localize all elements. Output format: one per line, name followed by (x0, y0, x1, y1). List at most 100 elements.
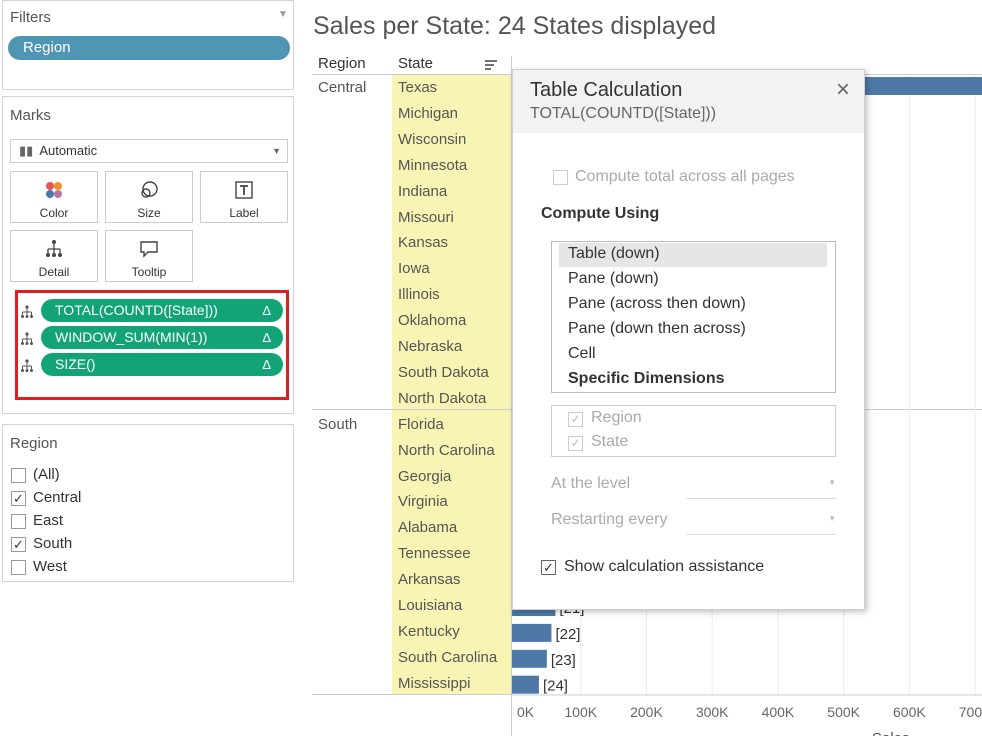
state-row-header[interactable]: Mississippi (398, 675, 471, 692)
x-axis-tick-label: 700K (959, 704, 982, 720)
detail-icon (11, 239, 97, 259)
close-icon[interactable]: × (836, 76, 850, 104)
restarting-every-dropdown[interactable]: ▼ (686, 508, 836, 535)
region-option-checkbox[interactable] (11, 514, 26, 529)
state-row-header[interactable]: Virginia (398, 493, 448, 510)
state-row-header[interactable]: Oklahoma (398, 312, 466, 329)
state-row-header[interactable]: Alabama (398, 519, 457, 536)
state-row-header[interactable]: Missouri (398, 209, 454, 226)
color-button[interactable]: Color (10, 171, 98, 223)
show-assistance-checkbox[interactable]: ✓ (541, 560, 556, 575)
x-axis-tick-label: 500K (827, 704, 860, 720)
option-pane-down[interactable]: Pane (down) (568, 270, 659, 288)
compute-total-checkbox[interactable] (553, 170, 568, 185)
bar-data-label: [22] (555, 626, 580, 643)
label-label: Label (229, 206, 259, 220)
size-label: Size (137, 206, 161, 220)
field-pill-window-sum[interactable]: WINDOW_SUM(MIN(1)) Δ (41, 326, 283, 349)
column-header-state[interactable]: State (398, 55, 433, 72)
x-axis-tick-label: 200K (630, 704, 663, 720)
bar-data-label: [24] (543, 678, 568, 695)
state-row-header[interactable]: North Dakota (398, 390, 486, 407)
label-button[interactable]: Label (200, 171, 288, 223)
region-option-checkbox[interactable] (11, 560, 26, 575)
size-button[interactable]: Size (105, 171, 193, 223)
sort-icon[interactable] (485, 58, 497, 70)
region-option-checkbox[interactable]: ✓ (11, 491, 26, 506)
dimension-state-checkbox[interactable]: ✓ (568, 436, 583, 451)
region-row-header[interactable]: South (318, 416, 357, 433)
state-row-header[interactable]: South Carolina (398, 649, 497, 666)
dialog-subtitle: TOTAL(COUNTD([State])) (530, 105, 717, 122)
region-option-label[interactable]: West (33, 558, 67, 575)
region-option-label[interactable]: Central (33, 489, 81, 506)
field-pill-label: WINDOW_SUM(MIN(1)) (55, 329, 208, 345)
region-filter-pill[interactable]: Region (8, 36, 290, 60)
state-row-header[interactable]: Nebraska (398, 338, 462, 355)
region-option-label[interactable]: (All) (33, 466, 60, 483)
table-calculation-dialog: Table Calculation TOTAL(COUNTD([State]))… (512, 69, 865, 610)
restarting-every-label: Restarting every (551, 511, 668, 528)
region-option-label[interactable]: East (33, 512, 63, 529)
chevron-down-icon: ▼ (272, 146, 281, 156)
state-row-header[interactable]: Minnesota (398, 157, 467, 174)
state-row-header[interactable]: Tennessee (398, 545, 471, 562)
state-row-header[interactable]: Michigan (398, 105, 458, 122)
bar-data-label: [23] (551, 652, 576, 669)
option-table-down[interactable]: Table (down) (568, 245, 660, 263)
state-row-header[interactable]: Wisconsin (398, 131, 466, 148)
at-the-level-dropdown[interactable]: ▼ (686, 472, 836, 499)
filters-menu-chevron-icon[interactable]: ▼ (278, 9, 288, 20)
dialog-title: Table Calculation (530, 79, 683, 101)
dimension-region-checkbox[interactable]: ✓ (568, 412, 583, 427)
option-cell[interactable]: Cell (568, 345, 596, 363)
text-label-icon (201, 180, 287, 200)
tooltip-button[interactable]: Tooltip (105, 230, 193, 282)
bar-south-carolina[interactable] (512, 649, 547, 668)
state-row-header[interactable]: Arkansas (398, 571, 461, 588)
detail-tree-icon (21, 332, 33, 345)
dimension-region-label: Region (591, 409, 642, 426)
region-option-checkbox[interactable]: ✓ (11, 537, 26, 552)
field-pill-total-countd[interactable]: TOTAL(COUNTD([State])) Δ (41, 299, 283, 322)
compute-total-label: Compute total across all pages (575, 168, 795, 185)
chevron-down-icon: ▼ (828, 478, 836, 487)
state-row-header[interactable]: Louisiana (398, 597, 462, 614)
state-row-header[interactable]: Indiana (398, 183, 447, 200)
x-axis-tick-label: 100K (564, 704, 597, 720)
option-specific-dimensions[interactable]: Specific Dimensions (568, 370, 725, 388)
tooltip-label: Tooltip (131, 265, 167, 279)
detail-label: Detail (38, 265, 70, 279)
detail-tree-icon (21, 305, 33, 318)
column-header-region[interactable]: Region (318, 55, 366, 72)
option-pane-down-then-across[interactable]: Pane (down then across) (568, 320, 746, 338)
mark-type-bars-icon: ▮▮ (19, 143, 34, 158)
option-pane-across-then-down[interactable]: Pane (across then down) (568, 295, 746, 313)
region-row-header[interactable]: Central (318, 79, 366, 96)
mark-type-dropdown[interactable]: ▮▮ Automatic ▼ (10, 139, 288, 163)
state-row-header[interactable]: Illinois (398, 286, 440, 303)
field-pill-size[interactable]: SIZE() Δ (41, 353, 283, 376)
state-row-header[interactable]: Florida (398, 416, 444, 433)
delta-icon: Δ (262, 330, 271, 345)
detail-button[interactable]: Detail (10, 230, 98, 282)
region-option-checkbox[interactable] (11, 468, 26, 483)
bar-mississippi[interactable] (512, 675, 539, 694)
x-axis-tick-label: 600K (893, 704, 926, 720)
state-row-header[interactable]: Georgia (398, 468, 451, 485)
bar-kentucky[interactable] (512, 623, 552, 642)
state-row-header[interactable]: Kentucky (398, 623, 460, 640)
dimensions-list: ✓ Region ✓ State (551, 405, 836, 457)
region-option-label[interactable]: South (33, 535, 72, 552)
state-row-header[interactable]: Texas (398, 79, 437, 96)
field-pill-label: SIZE() (55, 356, 96, 372)
marks-card: Marks ▮▮ Automatic ▼ Color Size Label Det… (2, 96, 294, 414)
x-axis-tick-label: 0K (517, 704, 535, 720)
state-row-header[interactable]: Iowa (398, 260, 430, 277)
compute-using-heading: Compute Using (541, 205, 660, 222)
state-row-header[interactable]: Kansas (398, 234, 448, 251)
state-row-header[interactable]: South Dakota (398, 364, 489, 381)
field-pill-label: TOTAL(COUNTD([State])) (55, 302, 218, 318)
state-row-header[interactable]: North Carolina (398, 442, 495, 459)
compute-using-list[interactable]: Table (down) Pane (down) Pane (across th… (551, 241, 836, 393)
